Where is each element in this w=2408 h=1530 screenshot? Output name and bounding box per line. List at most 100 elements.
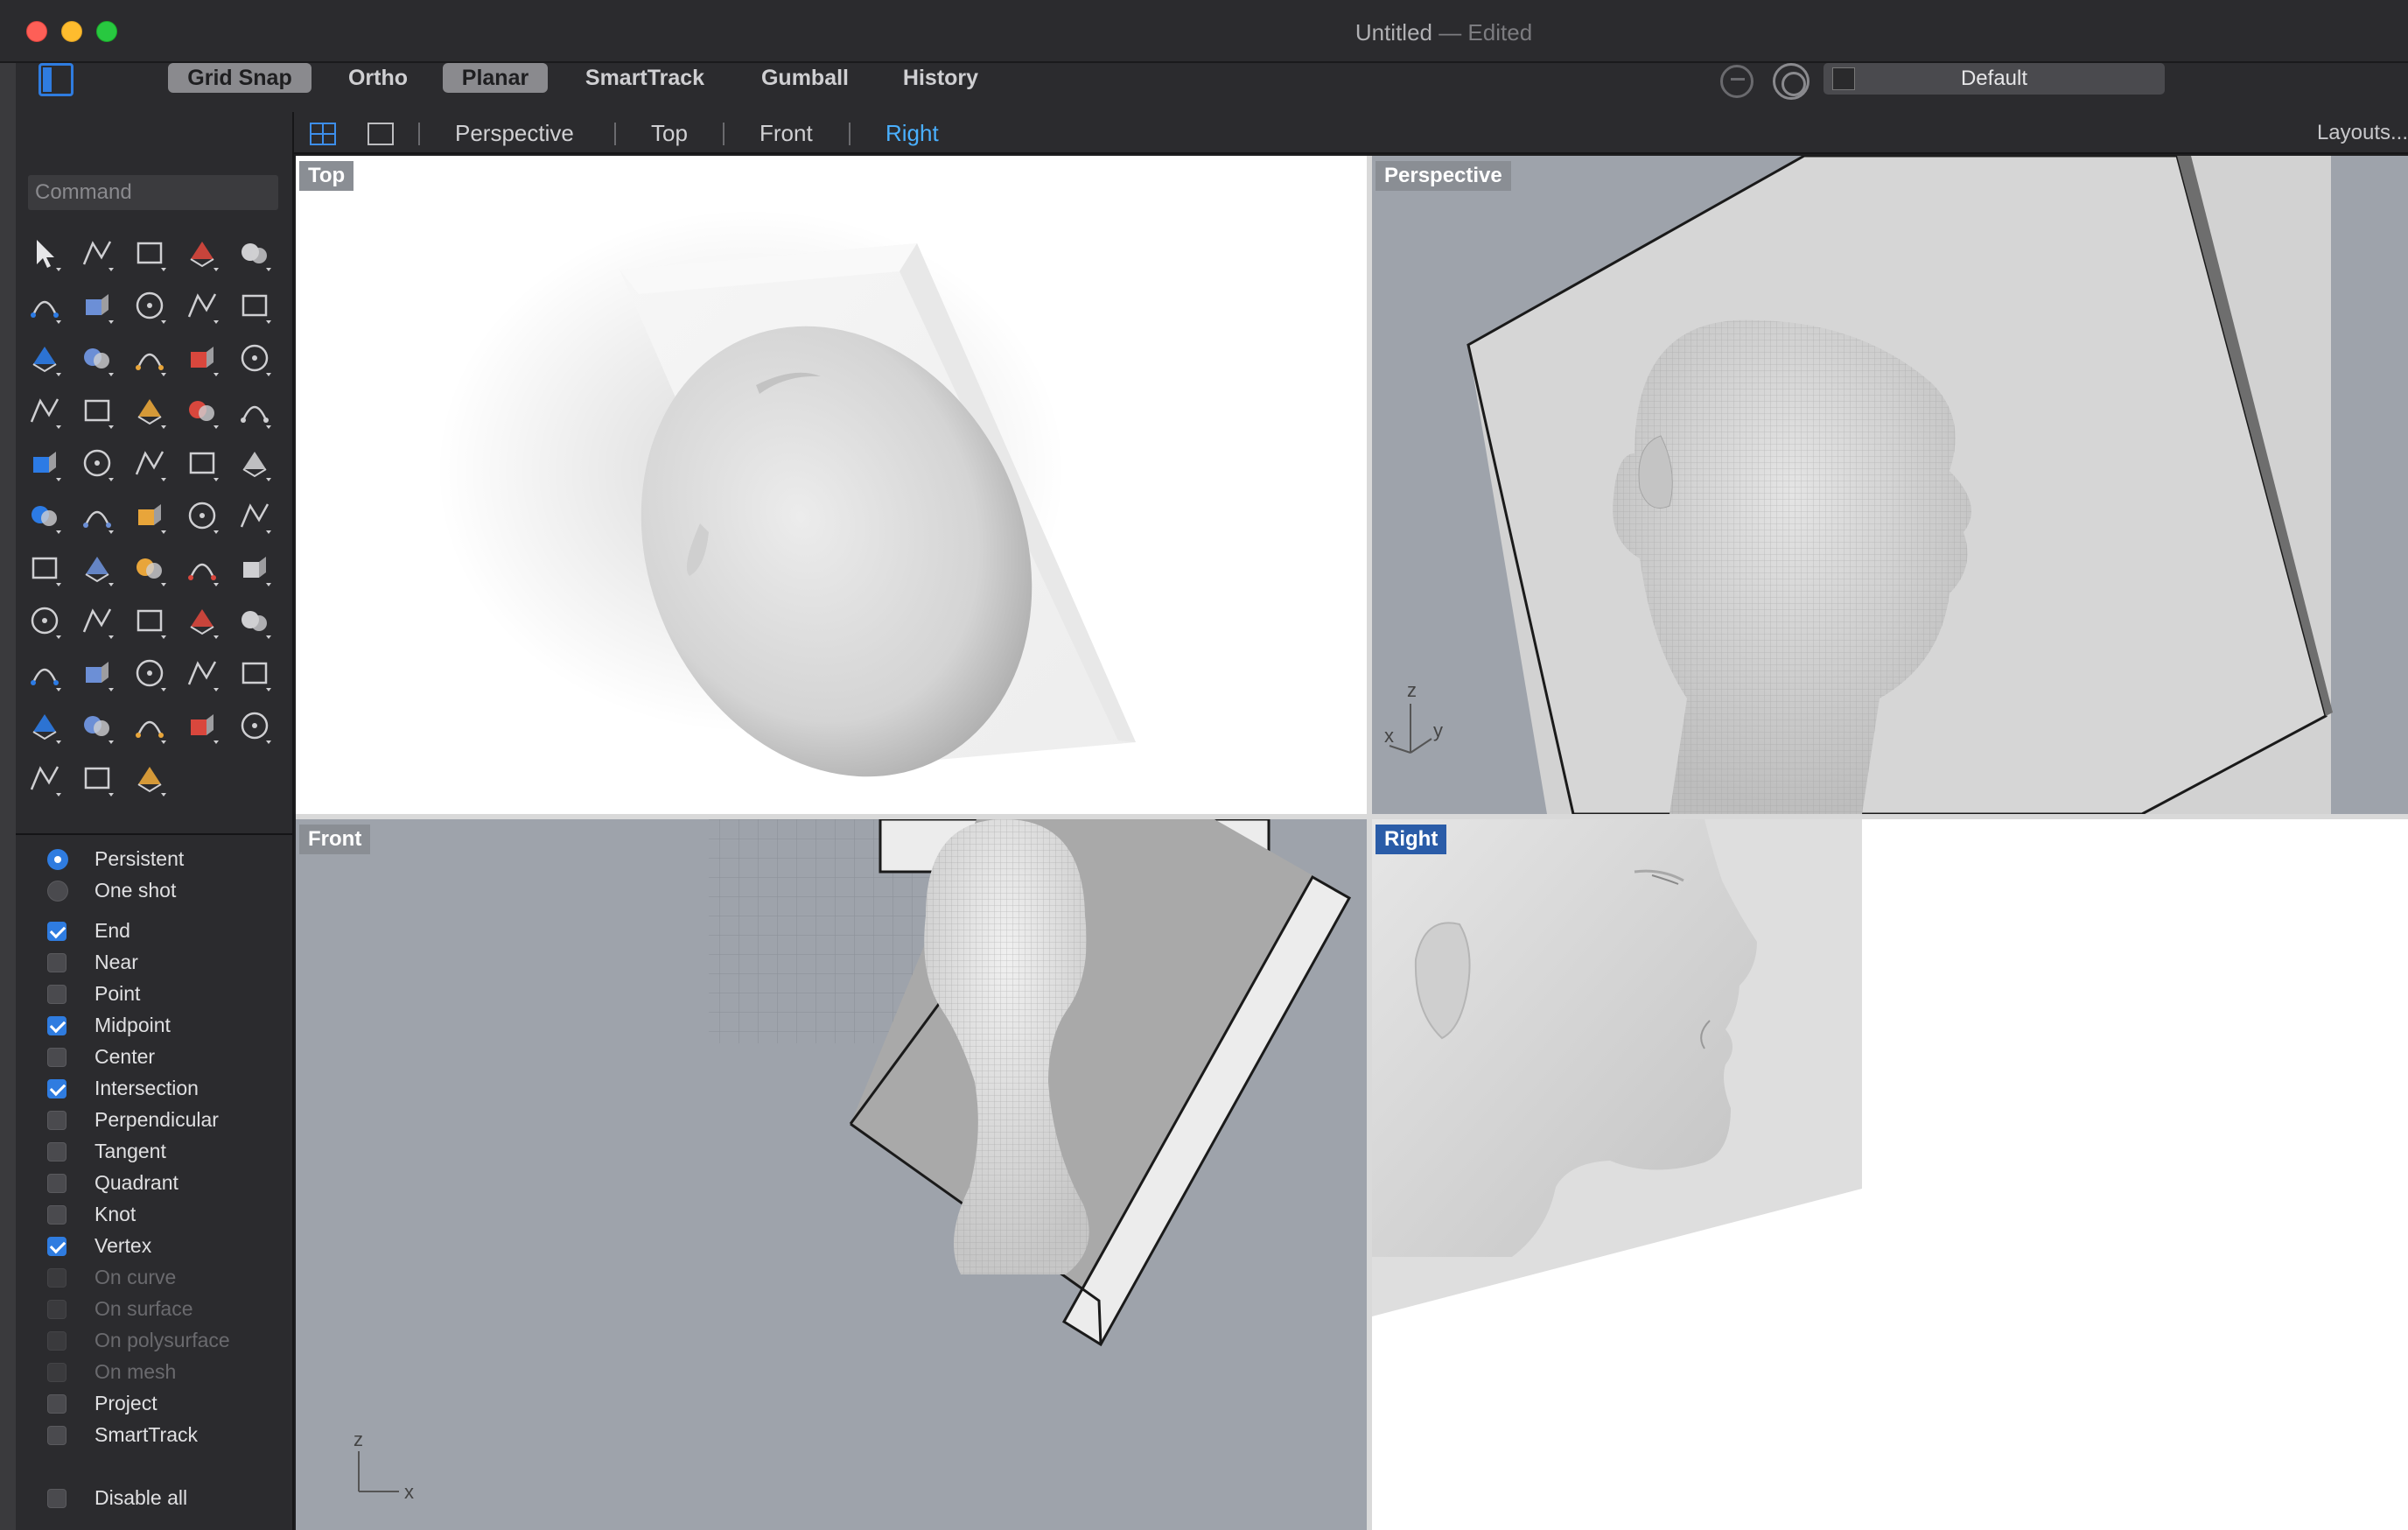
extract-icon-glyph [136,558,166,586]
sidebar-toggle-icon[interactable] [38,63,74,96]
offset-icon[interactable] [180,389,224,432]
grid-array-icon[interactable] [23,546,66,590]
circle-icon[interactable] [233,231,276,275]
trim-icon[interactable] [233,389,276,432]
ortho-toggle[interactable]: Ortho [343,63,413,93]
ellipse-icon[interactable] [23,284,66,327]
record-history-icon[interactable] [1773,63,1810,100]
rotate-curve-icon[interactable] [128,441,172,485]
layouts-button[interactable]: Layouts... [2317,112,2408,154]
curve-icon[interactable] [180,231,224,275]
single-view-layout-icon[interactable] [368,123,394,145]
checkbox[interactable] [47,1174,66,1193]
cut-icon[interactable] [128,494,172,537]
viewport-right[interactable]: Right [1372,819,2408,1530]
boolean-icon[interactable] [23,441,66,485]
checkbox[interactable] [47,953,66,972]
checkbox[interactable] [47,1489,66,1508]
zoom-selected-icon[interactable] [233,599,276,642]
planar-toggle[interactable]: Planar [443,63,548,93]
cylinder-icon[interactable] [233,336,276,380]
display-sphere-icon[interactable] [233,704,276,747]
check-icon[interactable] [180,546,224,590]
radio-button[interactable] [47,849,68,870]
camera-icon[interactable] [75,756,119,800]
dimension-icon[interactable] [233,494,276,537]
select-arrow-icon[interactable] [23,231,66,275]
axis-x-label: x [1384,725,1394,747]
command-input[interactable] [28,175,278,210]
plane-icon[interactable] [23,389,66,432]
checkbox[interactable] [47,1394,66,1414]
checkbox[interactable] [47,1048,66,1067]
lock-icon[interactable] [23,704,66,747]
checkbox[interactable] [47,1237,66,1256]
polyline-icon[interactable] [128,231,172,275]
mesh-icon[interactable] [233,546,276,590]
box-edit-icon[interactable] [180,494,224,537]
checkbox[interactable] [47,1016,66,1035]
group-icon[interactable] [75,441,119,485]
zoom-window-icon[interactable] [128,599,172,642]
checkbox[interactable] [47,1111,66,1130]
tab-separator [418,123,420,145]
globe-icon[interactable] [23,756,66,800]
radio-button[interactable] [47,881,68,902]
viewport-label[interactable]: Top [299,161,354,191]
filter-icon[interactable] [1720,65,1754,98]
plane-icon-glyph [30,398,61,429]
checkbox[interactable] [47,922,66,941]
grid-plane-icon[interactable] [128,651,172,695]
history-tree-icon[interactable] [128,756,172,800]
gumball-toggle[interactable]: Gumball [754,63,856,93]
text-icon[interactable] [233,441,276,485]
points-icon[interactable] [180,651,224,695]
checkbox[interactable] [47,1205,66,1225]
checkbox[interactable] [47,1142,66,1162]
zoom-extents-icon[interactable] [180,599,224,642]
arc-icon[interactable] [75,284,119,327]
checkbox[interactable] [47,1079,66,1098]
layer-dropdown[interactable]: Default [1824,63,2165,95]
scale-icon[interactable] [23,494,66,537]
viewport-label[interactable]: Perspective [1376,161,1511,191]
viewport-perspective[interactable]: Perspective x z y [1372,156,2408,814]
zoom-icon[interactable] [75,599,119,642]
extrude-surface-icon[interactable] [75,336,119,380]
tab-front[interactable]: Front [760,112,813,154]
material-icon[interactable] [75,704,119,747]
point-icon[interactable] [75,231,119,275]
tab-top[interactable]: Top [651,112,688,154]
viewport-label-active[interactable]: Right [1376,825,1447,854]
polygon-icon[interactable] [180,284,224,327]
tab-right[interactable]: Right [886,112,939,154]
viewport-label[interactable]: Front [299,825,371,854]
grid-snap-toggle[interactable]: Grid Snap [168,63,312,93]
extract-icon[interactable] [128,546,172,590]
four-view-layout-icon[interactable] [310,123,336,145]
render-sphere-icon[interactable] [180,704,224,747]
car-model-icon[interactable] [75,651,119,695]
fillet-curve-icon[interactable] [233,284,276,327]
checkbox[interactable] [47,1426,66,1445]
surface-icon[interactable] [23,336,66,380]
array-icon[interactable] [75,494,119,537]
tab-perspective[interactable]: Perspective [455,112,574,154]
rotate-view-icon[interactable] [23,651,66,695]
viewport-top[interactable]: Top [296,156,1367,814]
checkbox [47,1363,66,1382]
sphere-boolean-icon[interactable] [180,336,224,380]
rectangle-icon[interactable] [128,284,172,327]
box-solid-icon[interactable] [128,336,172,380]
light-icon[interactable] [233,651,276,695]
explode-icon[interactable] [75,389,119,432]
split-icon[interactable] [128,389,172,432]
checkbox[interactable] [47,985,66,1004]
blend-icon[interactable] [180,441,224,485]
history-toggle[interactable]: History [892,63,989,93]
smarttrack-toggle[interactable]: SmartTrack [579,63,710,93]
paint-icon[interactable] [23,599,66,642]
split-solid-icon[interactable] [75,546,119,590]
viewport-front[interactable]: Front z x [296,819,1367,1530]
color-wheel-icon[interactable] [128,704,172,747]
